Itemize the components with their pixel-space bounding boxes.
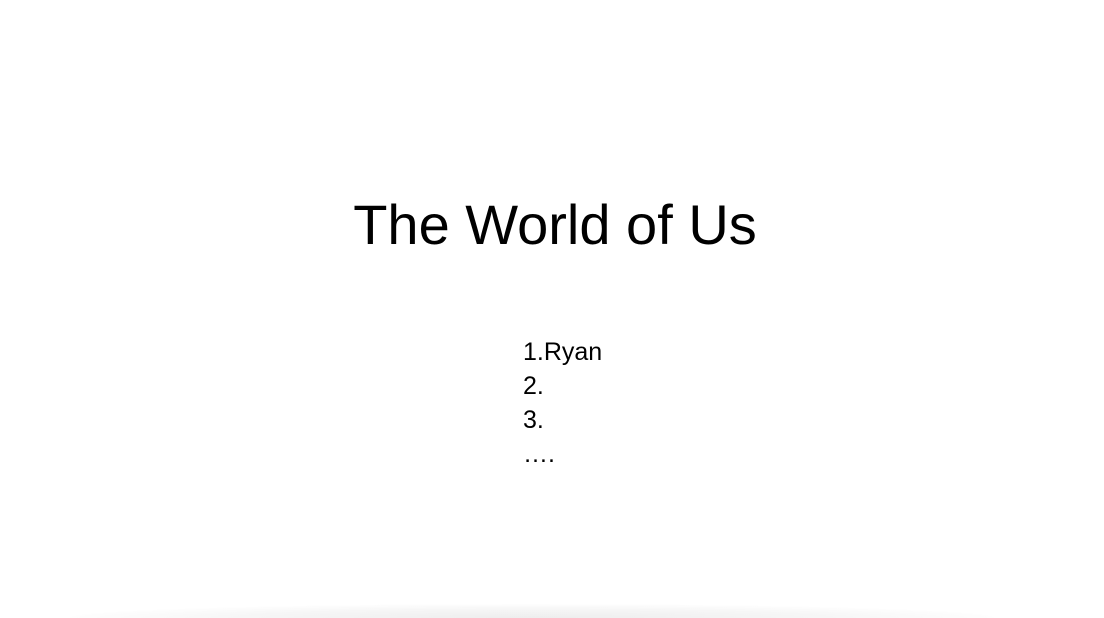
list-item: 3. [523, 406, 544, 434]
slide-title: The World of Us [353, 193, 757, 256]
slide-bottom-shadow [70, 604, 994, 618]
slide-list: 1.Ryan 2. 3. …. [523, 335, 602, 471]
slide-canvas: The World of Us 1.Ryan 2. 3. …. [0, 0, 1104, 618]
list-item: …. [523, 440, 555, 468]
list-item: 2. [523, 372, 544, 400]
list-item: 1.Ryan [523, 338, 603, 366]
